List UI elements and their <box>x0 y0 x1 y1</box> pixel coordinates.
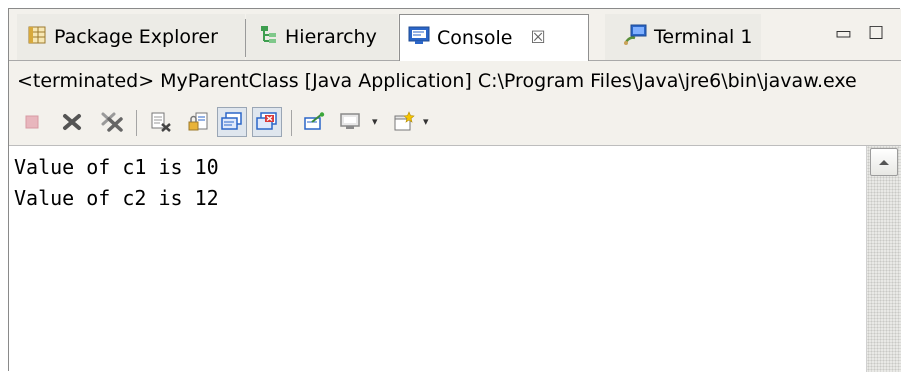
open-console-button[interactable] <box>389 107 419 137</box>
display-console-dropdown-icon[interactable]: ▾ <box>372 115 378 128</box>
terminal-icon <box>623 24 647 51</box>
pin-console-button[interactable] <box>299 107 329 137</box>
terminate-button[interactable] <box>17 107 47 137</box>
console-icon <box>408 26 430 51</box>
maximize-icon[interactable]: ☐ <box>868 23 884 44</box>
remove-launch-button[interactable] <box>57 107 87 137</box>
open-console-icon <box>394 111 415 131</box>
tab-terminal-1[interactable]: Terminal 1 <box>605 14 761 60</box>
package-explorer-icon <box>27 25 47 50</box>
display-selected-console-button[interactable] <box>335 107 365 137</box>
show-on-stdout-button[interactable] <box>217 107 247 137</box>
remove-all-terminated-icon <box>101 112 123 132</box>
hierarchy-icon <box>258 25 278 50</box>
console-view: Package Explorer Hierarchy Console ☒ Ter… <box>8 8 901 372</box>
open-console-dropdown-icon[interactable]: ▾ <box>423 115 429 128</box>
tab-label: Console <box>437 27 513 49</box>
toolbar-separator <box>291 110 292 136</box>
console-description: <terminated> MyParentClass [Java Applica… <box>9 61 901 101</box>
scroll-lock-button[interactable] <box>183 107 213 137</box>
close-tab-icon[interactable]: ☒ <box>530 28 545 48</box>
show-on-stderr-icon <box>256 112 277 130</box>
terminate-icon <box>25 115 39 129</box>
tab-label: Package Explorer <box>54 26 218 48</box>
vertical-scrollbar[interactable] <box>866 146 901 372</box>
console-toolbar: ▾ ▾ <box>9 101 901 146</box>
console-output[interactable]: Value of c1 is 10 Value of c2 is 12 <box>9 146 866 372</box>
remove-launch-icon <box>63 114 81 130</box>
tab-console[interactable]: Console ☒ <box>399 14 589 61</box>
arrow-up-icon <box>879 160 889 165</box>
view-tab-bar: Package Explorer Hierarchy Console ☒ Ter… <box>9 9 901 61</box>
scroll-lock-icon <box>188 112 208 131</box>
tab-hierarchy[interactable]: Hierarchy <box>246 14 398 60</box>
scroll-up-button[interactable] <box>870 148 898 176</box>
minimize-icon[interactable]: ▭ <box>835 23 852 44</box>
tab-label: Hierarchy <box>285 26 377 48</box>
show-on-stdout-icon <box>221 112 242 130</box>
clear-console-button[interactable] <box>146 107 176 137</box>
display-selected-console-icon <box>340 113 360 129</box>
remove-all-terminated-button[interactable] <box>97 107 127 137</box>
tab-package-explorer[interactable]: Package Explorer <box>17 14 245 60</box>
tab-label: Terminal 1 <box>654 26 753 48</box>
console-line: Value of c2 is 12 <box>14 186 219 210</box>
clear-console-icon <box>151 112 171 132</box>
toolbar-separator <box>136 110 137 136</box>
console-line: Value of c1 is 10 <box>14 155 219 179</box>
show-on-stderr-button[interactable] <box>252 107 282 137</box>
pin-console-icon <box>304 112 325 130</box>
